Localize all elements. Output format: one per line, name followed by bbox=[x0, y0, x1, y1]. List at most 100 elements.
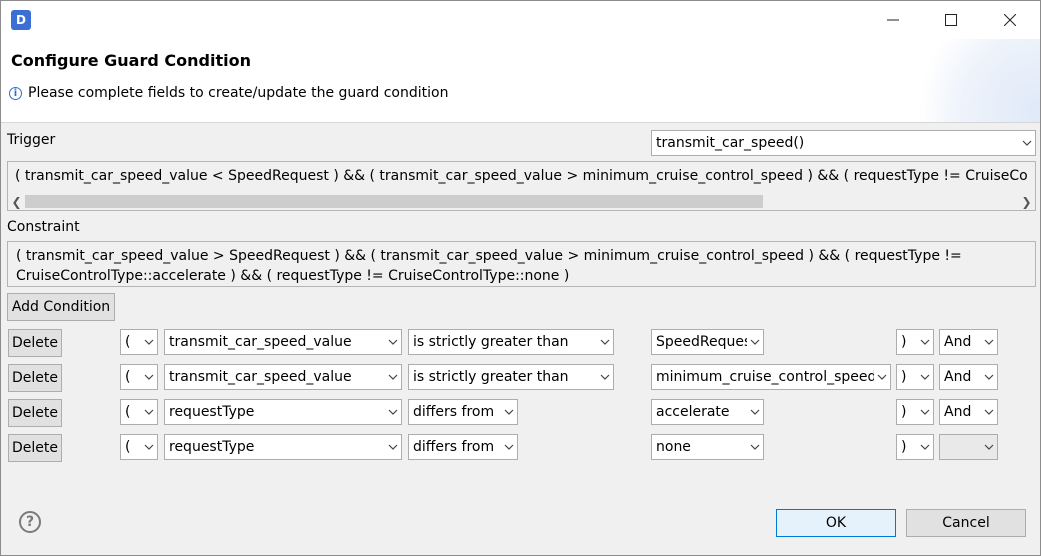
constraint-label: Constraint bbox=[7, 219, 80, 235]
chevron-down-icon bbox=[981, 400, 997, 424]
operator-select[interactable]: differs from bbox=[408, 399, 518, 425]
operator-select-value: is strictly greater than bbox=[413, 369, 569, 385]
header-decoration bbox=[900, 39, 1040, 122]
minimize-icon bbox=[887, 19, 899, 21]
logic-operator-select[interactable]: And bbox=[939, 329, 998, 355]
trigger-label: Trigger bbox=[7, 132, 56, 148]
close-paren-select-value: ) bbox=[901, 404, 907, 420]
chevron-down-icon bbox=[141, 435, 157, 459]
chevron-down-icon bbox=[917, 400, 933, 424]
trigger-select-value: transmit_car_speed() bbox=[656, 135, 805, 151]
value-select-value: none bbox=[656, 439, 691, 455]
horizontal-scrollbar[interactable]: ❮ ❯ bbox=[8, 193, 1035, 210]
help-icon[interactable]: ? bbox=[19, 511, 41, 533]
chevron-down-icon bbox=[385, 330, 401, 354]
chevron-down-icon bbox=[141, 365, 157, 389]
close-paren-select[interactable]: ) bbox=[896, 434, 934, 460]
maximize-icon bbox=[945, 14, 957, 26]
chevron-down-icon bbox=[874, 365, 890, 389]
chevron-down-icon bbox=[501, 435, 517, 459]
close-icon bbox=[1004, 14, 1016, 26]
value-select[interactable]: none bbox=[651, 434, 764, 460]
maximize-button[interactable] bbox=[922, 1, 980, 39]
operator-select-value: differs from bbox=[413, 404, 495, 420]
variable-select[interactable]: transmit_car_speed_value bbox=[164, 364, 402, 390]
logic-operator-select-value: And bbox=[944, 334, 972, 350]
chevron-down-icon bbox=[141, 400, 157, 424]
open-paren-select-value: ( bbox=[125, 369, 131, 385]
value-select-value: SpeedRequest bbox=[656, 334, 747, 350]
value-select[interactable]: accelerate bbox=[651, 399, 764, 425]
close-paren-select[interactable]: ) bbox=[896, 329, 934, 355]
chevron-down-icon bbox=[917, 330, 933, 354]
chevron-down-icon bbox=[917, 365, 933, 389]
open-paren-select[interactable]: ( bbox=[120, 329, 158, 355]
chevron-down-icon bbox=[385, 435, 401, 459]
constraint-expression[interactable]: ( transmit_car_speed_value > SpeedReques… bbox=[7, 241, 1036, 287]
info-message: i Please complete fields to create/updat… bbox=[9, 85, 448, 101]
close-paren-select[interactable]: ) bbox=[896, 399, 934, 425]
operator-select[interactable]: differs from bbox=[408, 434, 518, 460]
chevron-down-icon bbox=[981, 365, 997, 389]
info-text: Please complete fields to create/update … bbox=[28, 85, 449, 101]
chevron-down-icon bbox=[747, 330, 763, 354]
chevron-down-icon bbox=[385, 365, 401, 389]
open-paren-select-value: ( bbox=[125, 439, 131, 455]
close-paren-select-value: ) bbox=[901, 439, 907, 455]
chevron-down-icon bbox=[747, 400, 763, 424]
chevron-down-icon bbox=[981, 330, 997, 354]
chevron-down-icon bbox=[385, 400, 401, 424]
ok-button[interactable]: OK bbox=[776, 509, 896, 537]
open-paren-select[interactable]: ( bbox=[120, 364, 158, 390]
value-select-value: accelerate bbox=[656, 404, 730, 420]
logic-operator-select-value: And bbox=[944, 369, 972, 385]
close-paren-select-value: ) bbox=[901, 334, 907, 350]
dialog-title: Configure Guard Condition bbox=[11, 51, 251, 70]
operator-select-value: differs from bbox=[413, 439, 495, 455]
variable-select[interactable]: transmit_car_speed_value bbox=[164, 329, 402, 355]
chevron-down-icon bbox=[917, 435, 933, 459]
chevron-down-icon bbox=[747, 435, 763, 459]
trigger-expression: ( transmit_car_speed_value < SpeedReques… bbox=[15, 168, 1028, 184]
delete-condition-button[interactable]: Delete bbox=[8, 399, 62, 427]
info-icon: i bbox=[9, 86, 22, 100]
close-button[interactable] bbox=[981, 1, 1039, 39]
scroll-right-icon[interactable]: ❯ bbox=[1018, 193, 1035, 210]
app-logo-icon: D bbox=[11, 10, 31, 30]
logic-operator-select-value: And bbox=[944, 404, 972, 420]
scrollbar-thumb[interactable] bbox=[25, 195, 763, 208]
chevron-down-icon bbox=[1019, 131, 1035, 155]
chevron-down-icon bbox=[501, 400, 517, 424]
chevron-down-icon bbox=[141, 330, 157, 354]
logic-operator-select[interactable]: And bbox=[939, 364, 998, 390]
variable-select-value: requestType bbox=[169, 404, 255, 420]
value-select-value: minimum_cruise_control_speed bbox=[656, 369, 874, 385]
value-select[interactable]: SpeedRequest bbox=[651, 329, 764, 355]
logic-operator-select[interactable] bbox=[939, 434, 998, 460]
operator-select-value: is strictly greater than bbox=[413, 334, 569, 350]
delete-condition-button[interactable]: Delete bbox=[8, 434, 62, 462]
trigger-text-area[interactable]: ( transmit_car_speed_value < SpeedReques… bbox=[7, 161, 1036, 211]
operator-select[interactable]: is strictly greater than bbox=[408, 329, 614, 355]
chevron-down-icon bbox=[981, 435, 997, 459]
logic-operator-select[interactable]: And bbox=[939, 399, 998, 425]
open-paren-select[interactable]: ( bbox=[120, 399, 158, 425]
open-paren-select-value: ( bbox=[125, 334, 131, 350]
add-condition-button[interactable]: Add Condition bbox=[7, 293, 115, 321]
open-paren-select-value: ( bbox=[125, 404, 131, 420]
operator-select[interactable]: is strictly greater than bbox=[408, 364, 614, 390]
variable-select[interactable]: requestType bbox=[164, 399, 402, 425]
trigger-select[interactable]: transmit_car_speed() bbox=[651, 130, 1036, 156]
delete-condition-button[interactable]: Delete bbox=[8, 364, 62, 392]
variable-select[interactable]: requestType bbox=[164, 434, 402, 460]
title-bar: D bbox=[1, 1, 1040, 39]
variable-select-value: transmit_car_speed_value bbox=[169, 334, 352, 350]
close-paren-select[interactable]: ) bbox=[896, 364, 934, 390]
open-paren-select[interactable]: ( bbox=[120, 434, 158, 460]
cancel-button[interactable]: Cancel bbox=[906, 509, 1026, 537]
scroll-left-icon[interactable]: ❮ bbox=[8, 193, 25, 210]
delete-condition-button[interactable]: Delete bbox=[8, 329, 62, 357]
value-select[interactable]: minimum_cruise_control_speed bbox=[651, 364, 891, 390]
chevron-down-icon bbox=[597, 365, 613, 389]
minimize-button[interactable] bbox=[864, 1, 922, 39]
